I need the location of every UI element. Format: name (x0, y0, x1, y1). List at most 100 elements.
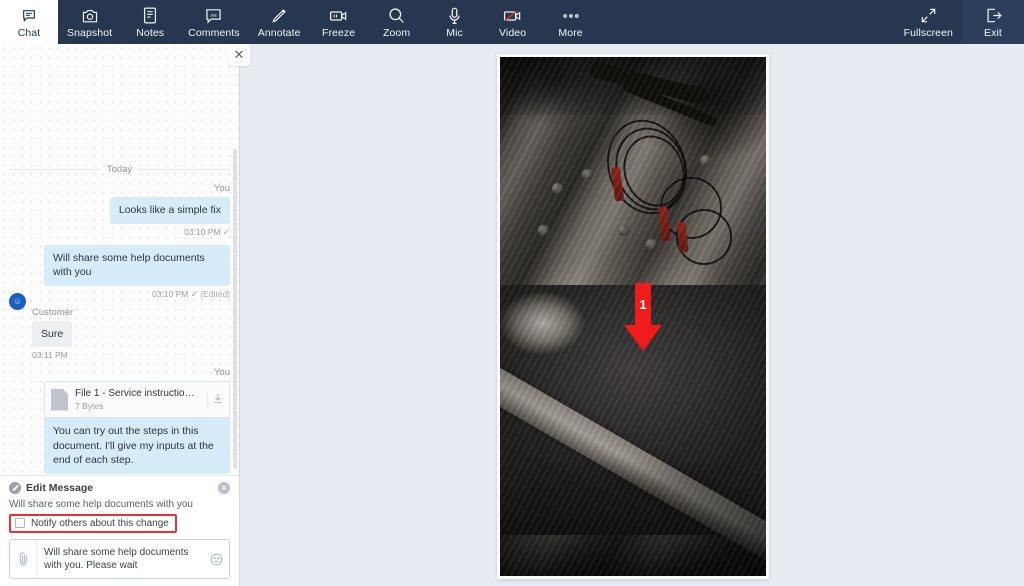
down-arrow-icon (624, 283, 662, 351)
delivery-tick-icon: ✓ (222, 226, 230, 237)
day-separator: Today (9, 164, 231, 175)
message-row: Will share some help documents with you (9, 244, 230, 286)
comment-ar-icon: AR (205, 6, 222, 26)
day-separator-label: Today (106, 164, 133, 175)
toolbar-label-freeze: Freeze (321, 26, 356, 39)
download-icon[interactable] (207, 392, 223, 407)
file-document-icon (51, 388, 68, 411)
edit-message-header: Edit Message ✕ (9, 481, 230, 494)
svg-text:AR: AR (211, 12, 218, 17)
chat-message-list[interactable]: Today You Looks like a simple fix 03:10 … (0, 44, 239, 475)
toolbar-label-more: More (558, 26, 583, 39)
notify-others-label: Notify others about this change (31, 517, 169, 529)
toolbar-button-comments[interactable]: AR Comments (179, 0, 249, 44)
message-row: Sure (32, 320, 73, 347)
message-composer[interactable]: Will share some help documents with you.… (9, 539, 230, 579)
toolbar-button-video[interactable]: Video (484, 0, 542, 44)
file-name: File 1 - Service instructions.rtf (75, 388, 200, 399)
message-sender-label: You (213, 183, 230, 194)
toolbar-button-annotate[interactable]: Annotate (249, 0, 310, 44)
toolbar-label-zoom: Zoom (382, 26, 411, 39)
message-bubble[interactable]: Sure (32, 320, 73, 347)
toolbar-button-freeze[interactable]: Freeze (310, 0, 368, 44)
notify-others-checkbox[interactable] (15, 518, 25, 528)
exit-icon (985, 6, 1002, 26)
expand-icon (920, 6, 937, 26)
toolbar-label-annotate: Annotate (257, 26, 301, 39)
toolbar-label-snapshot: Snapshot (67, 26, 113, 39)
message-group-incoming-1: ☺ Customer Sure 03:11 PM (9, 292, 230, 360)
microphone-icon (448, 6, 461, 26)
message-time: 03:11 PM (32, 350, 68, 360)
message-group-outgoing-1: You Looks like a simple fix 03:10 PM ✓ (9, 183, 230, 238)
file-size: 7 Bytes (75, 401, 104, 411)
incoming-wrap: ☺ Customer Sure 03:11 PM (9, 292, 230, 360)
app-root: Chat Snapshot Notes AR Comments Annotate… (0, 0, 1024, 586)
incoming-body: Customer Sure 03:11 PM (32, 306, 74, 360)
top-toolbar: Chat Snapshot Notes AR Comments Annotate… (0, 0, 1024, 44)
message-sender-label: You (213, 367, 230, 378)
toolbar-button-mic[interactable]: Mic (426, 0, 484, 44)
toolbar-label-fullscreen: Fullscreen (903, 26, 953, 39)
edit-pencil-icon (9, 481, 21, 494)
message-time: 03:10 PM (151, 288, 189, 299)
edit-message-title: Edit Message (26, 481, 94, 494)
chat-scrollbar[interactable] (233, 149, 237, 469)
toolbar-button-exit[interactable]: Exit (962, 0, 1024, 44)
file-message-wrap: File 1 - Service instructions.rtf 7 Byte… (44, 381, 230, 474)
message-bubble[interactable]: Will share some help documents with you (44, 244, 230, 286)
annotation-arrow-1[interactable]: 1 (624, 283, 662, 358)
chat-panel: ✕ Today You Looks like a simple fix 03:1… (0, 44, 250, 586)
toolbar-label-notes: Notes (136, 26, 165, 39)
toolbar-button-snapshot[interactable]: Snapshot (58, 0, 121, 44)
toolbar-button-chat[interactable]: Chat (0, 0, 58, 44)
message-group-outgoing-3: You File 1 - Service instructions.rtf 7 … (9, 367, 230, 475)
notes-icon (143, 6, 157, 26)
message-bubble[interactable]: Looks like a simple fix (109, 197, 230, 224)
avatar: ☺ (9, 292, 26, 310)
toolbar-label-exit: Exit (984, 26, 1002, 39)
message-meta: 03:10 PM ✓ (9, 227, 230, 238)
chat-icon (21, 6, 37, 26)
pen-icon (271, 6, 288, 26)
annotation-number: 1 (639, 297, 647, 312)
paperclip-icon[interactable] (10, 540, 36, 578)
toolbar-button-notes[interactable]: Notes (121, 0, 179, 44)
delivery-tick-icon: ✓ (190, 288, 198, 299)
smiley-icon[interactable] (203, 540, 229, 578)
message-group-outgoing-2: Will share some help documents with you … (9, 244, 230, 300)
toolbar-button-zoom[interactable]: Zoom (368, 0, 426, 44)
message-row: Looks like a simple fix (9, 197, 230, 224)
toolbar-label-video: Video (498, 26, 527, 39)
close-icon[interactable]: ✕ (218, 481, 230, 494)
toolbar-label-comments: Comments (188, 26, 240, 39)
message-input[interactable]: Will share some help documents with you.… (36, 540, 203, 578)
close-icon[interactable]: ✕ (228, 44, 250, 66)
separator-line-left (9, 169, 100, 170)
file-attachment-card[interactable]: File 1 - Service instructions.rtf 7 Byte… (44, 381, 230, 418)
toolbar-label-mic: Mic (446, 26, 463, 39)
notify-others-checkbox-row[interactable]: Notify others about this change (9, 513, 177, 533)
message-row: File 1 - Service instructions.rtf 7 Byte… (9, 381, 230, 474)
magnifier-icon (388, 6, 405, 26)
message-sender-label: Customer (32, 306, 74, 318)
message-meta: 03:11 PM (32, 350, 73, 360)
message-meta: 03:10 PM ✓ (Edited) (9, 289, 230, 300)
toolbar-label-chat: Chat (17, 26, 41, 39)
edit-message-panel: Edit Message ✕ Will share some help docu… (0, 474, 239, 586)
message-time: 03:10 PM (184, 226, 221, 237)
avatar-face-icon: ☺ (12, 295, 23, 306)
edit-original-message: Will share some help documents with you (9, 498, 193, 510)
toolbar-button-more[interactable]: More (542, 0, 600, 44)
camera-icon (81, 6, 99, 26)
ellipsis-icon (561, 6, 581, 26)
video-stage: 1 (240, 44, 1024, 586)
separator-line-right (139, 169, 231, 170)
edited-badge: (Edited) (200, 288, 230, 299)
file-info: File 1 - Service instructions.rtf 7 Byte… (75, 387, 200, 412)
freeze-icon (329, 6, 348, 26)
message-bubble[interactable]: You can try out the steps in this docume… (44, 418, 230, 474)
video-off-icon (503, 6, 522, 26)
toolbar-button-fullscreen[interactable]: Fullscreen (895, 0, 962, 44)
